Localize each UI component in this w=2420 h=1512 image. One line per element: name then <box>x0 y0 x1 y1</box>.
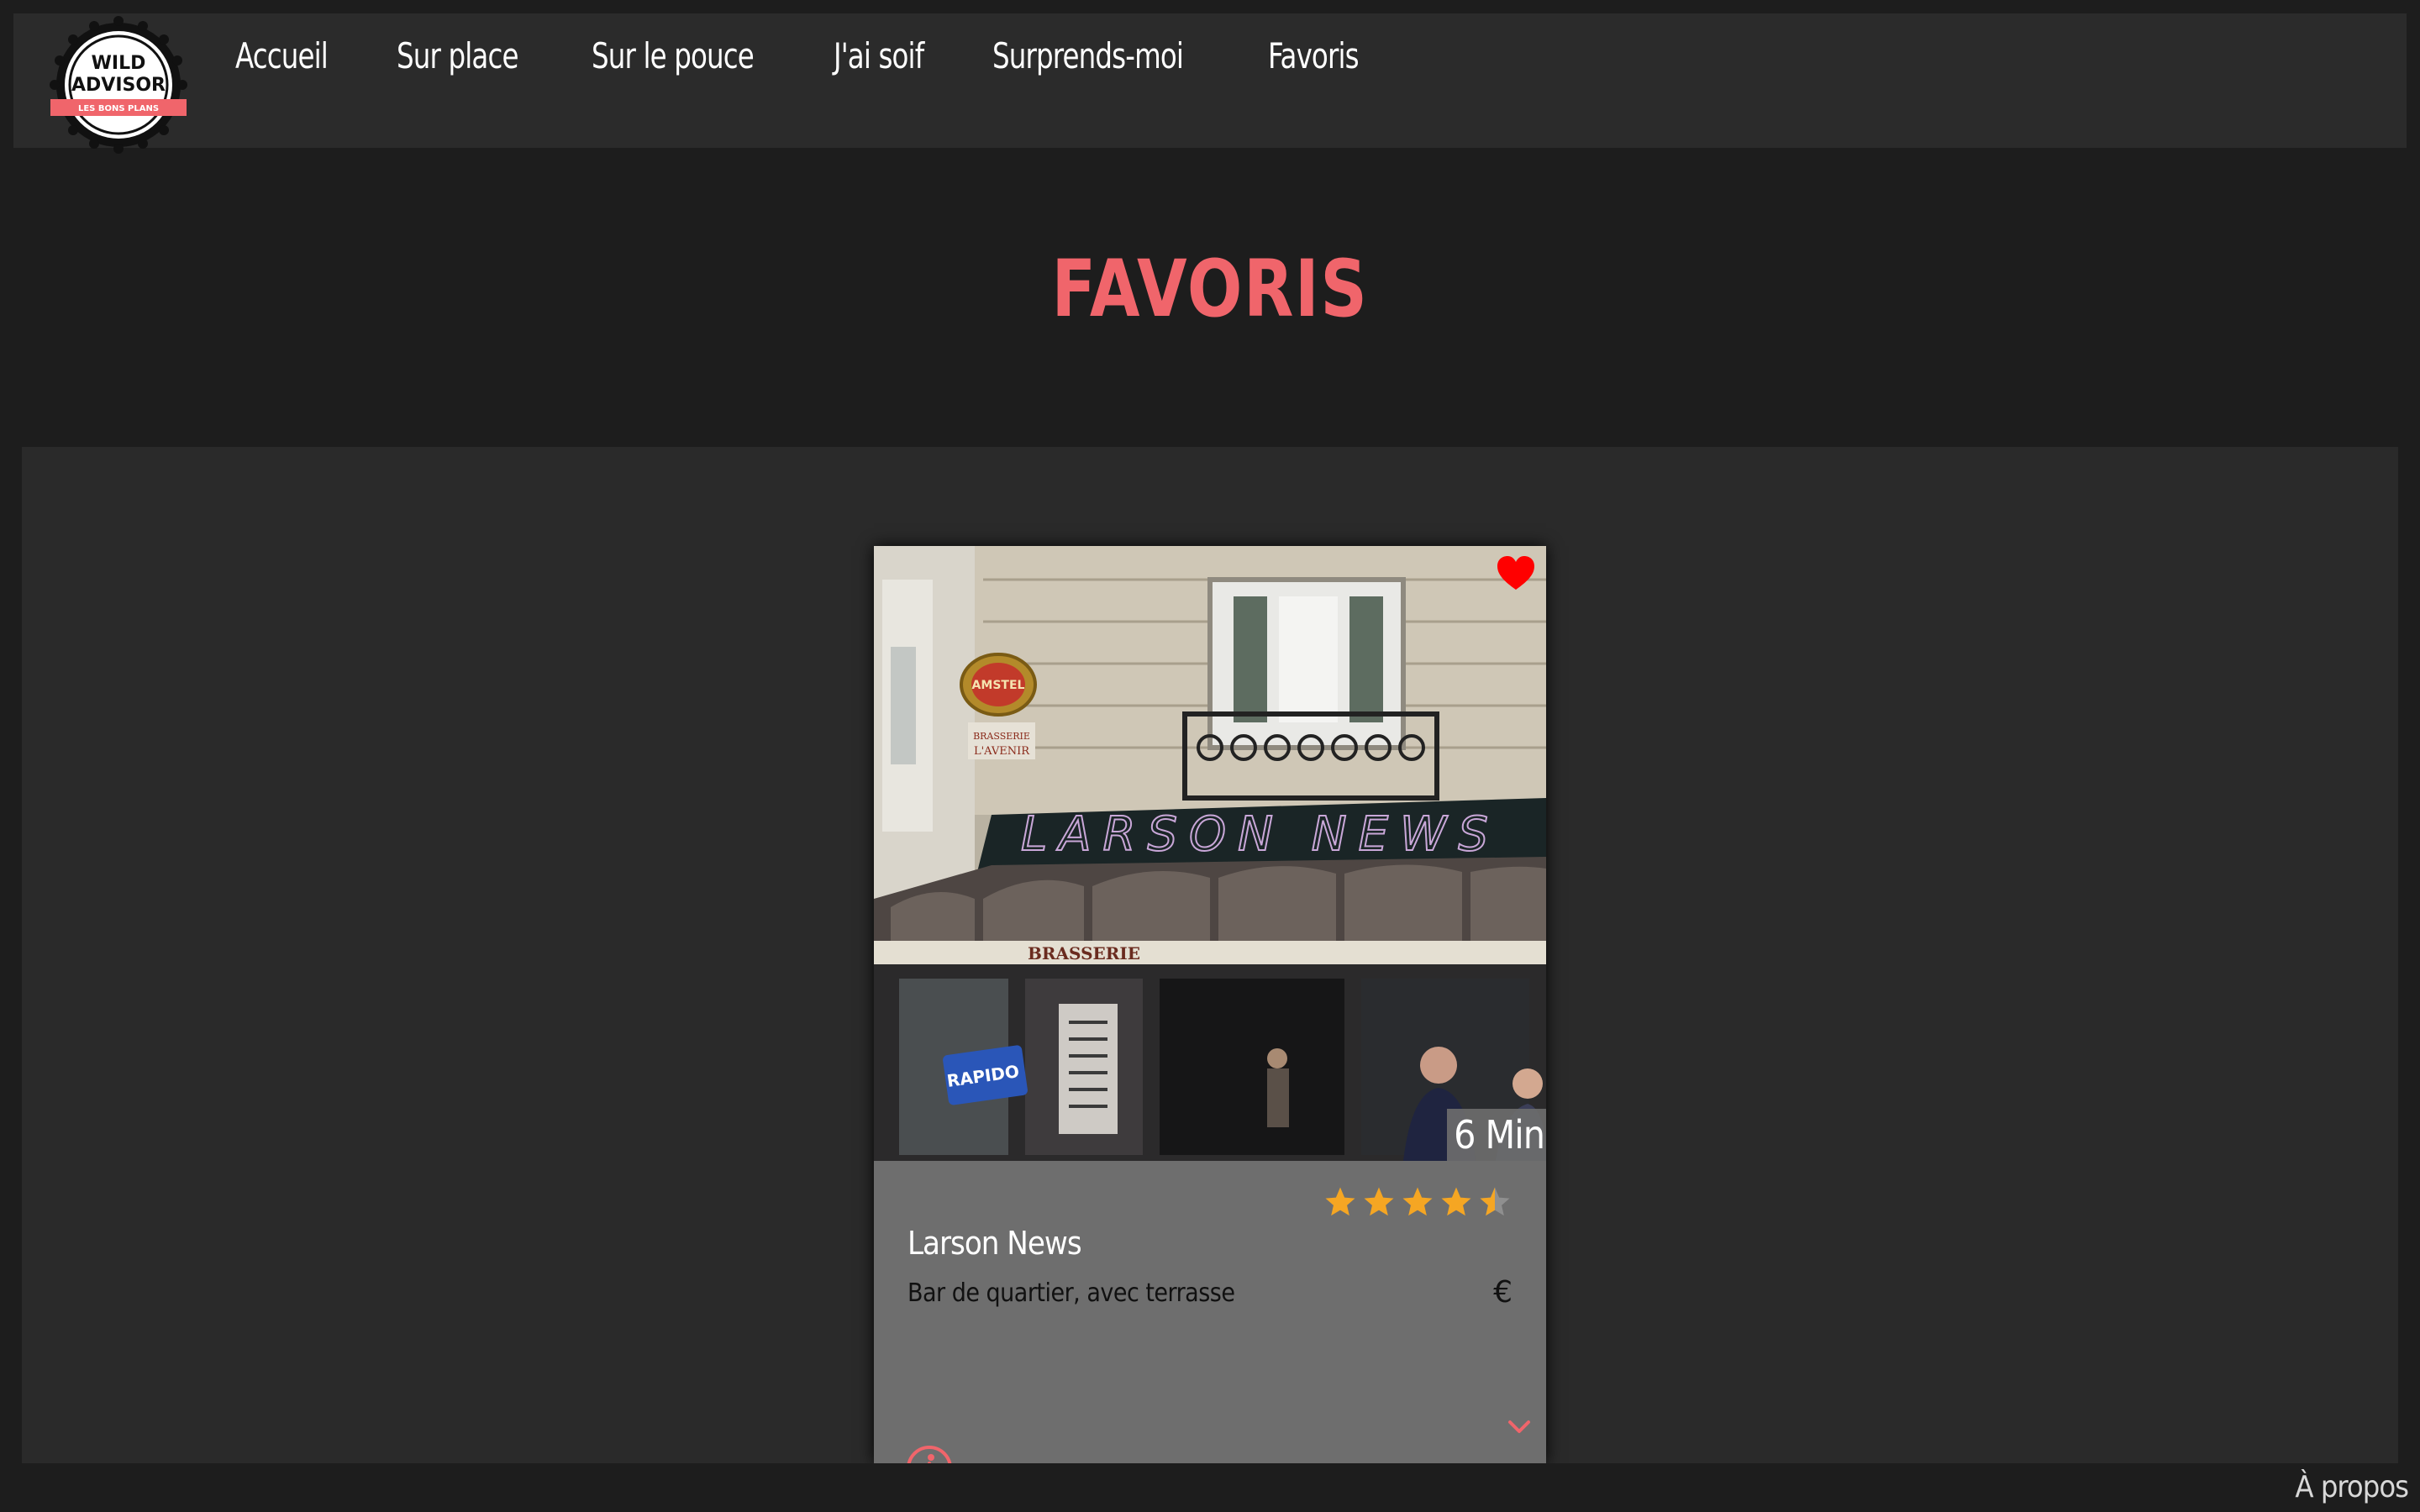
heart-icon[interactable] <box>1496 554 1536 591</box>
top-navbar: WILD ADVISOR LES BONS PLANS Accueil Sur … <box>13 13 2407 154</box>
page-title: FAVORIS <box>1051 244 1369 335</box>
place-card: AMSTEL BRASSERIE L'AVENIR LARSON NEWS BR… <box>874 546 1546 1463</box>
star-half-icon <box>1480 1187 1510 1216</box>
wheelchair-icon[interactable] <box>906 1445 953 1463</box>
amstel-sign-text: AMSTEL <box>972 679 1025 692</box>
nav-item-jai-soif[interactable]: J'ai soif <box>834 35 924 76</box>
wild-advisor-logo[interactable]: WILD ADVISOR LES BONS PLANS <box>49 15 188 155</box>
logo-line2: ADVISOR <box>71 75 166 96</box>
star-rating <box>1323 1184 1512 1220</box>
nav-item-favoris[interactable]: Favoris <box>1268 35 1360 76</box>
nav-links: Accueil Sur place Sur le pouce J'ai soif… <box>235 35 1427 76</box>
logo-line1: WILD <box>92 53 146 74</box>
nav-item-sur-place[interactable]: Sur place <box>397 35 518 76</box>
nav-item-sur-le-pouce[interactable]: Sur le pouce <box>592 35 755 76</box>
travel-time-badge: 6 Min <box>1447 1109 1546 1161</box>
chevron-down-icon[interactable] <box>1507 1420 1531 1435</box>
place-photo: AMSTEL BRASSERIE L'AVENIR LARSON NEWS BR… <box>874 546 1546 1161</box>
star-icon <box>1364 1187 1394 1216</box>
svg-text:L'AVENIR: L'AVENIR <box>974 745 1030 758</box>
nav-item-accueil[interactable]: Accueil <box>235 35 329 76</box>
price-level: € <box>1493 1275 1512 1310</box>
place-description: Bar de quartier, avec terrasse <box>908 1278 1235 1308</box>
awning-text: BRASSERIE <box>1028 943 1140 963</box>
place-name: Larson News <box>908 1225 1082 1262</box>
about-link[interactable]: À propos <box>2295 1470 2409 1504</box>
star-icon <box>1402 1187 1433 1216</box>
nav-item-surprends-moi[interactable]: Surprends-moi <box>992 35 1184 76</box>
footer: À propos <box>0 1463 2420 1512</box>
logo-ribbon: LES BONS PLANS <box>78 104 159 113</box>
storefront-sign-text: LARSON NEWS <box>1021 807 1500 862</box>
star-icon <box>1441 1187 1471 1216</box>
svg-text:BRASSERIE: BRASSERIE <box>973 731 1030 742</box>
star-icon <box>1325 1187 1355 1216</box>
